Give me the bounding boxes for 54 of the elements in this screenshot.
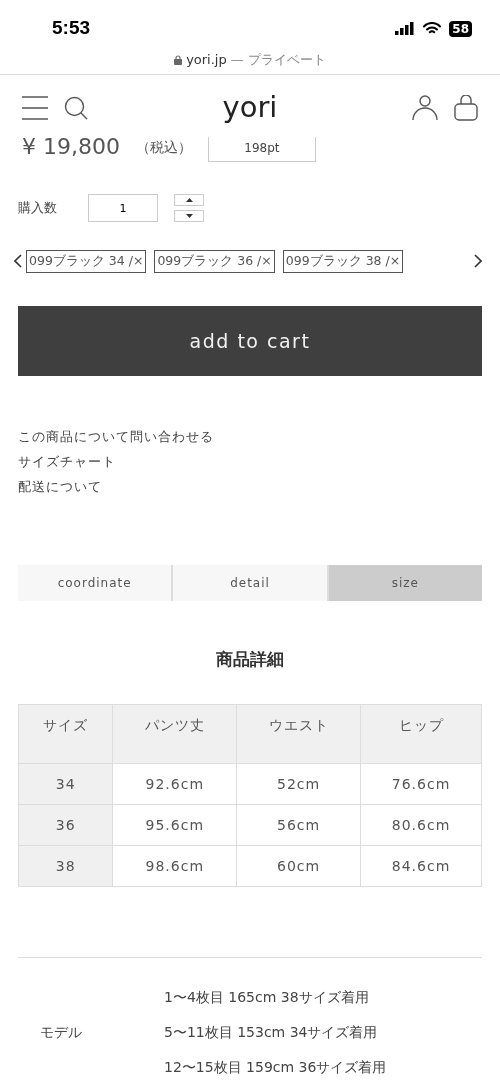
info-link[interactable]: サイズチャート: [18, 448, 116, 474]
table-cell: 60cm: [236, 845, 361, 887]
info-link[interactable]: 配送について: [18, 473, 102, 499]
table-cell: 98.6cm: [112, 845, 237, 887]
quantity-field[interactable]: 1: [88, 194, 158, 222]
variant-tag[interactable]: 099ブラック 36 /×: [154, 250, 275, 273]
price-text: ¥ 19,800: [22, 137, 120, 157]
tab[interactable]: size: [326, 564, 482, 601]
column-header: ウエスト: [236, 704, 361, 764]
wifi-icon: [423, 22, 442, 35]
table-cell: 34: [18, 763, 113, 805]
variant-tag[interactable]: 099ブラック 38 /×: [282, 250, 404, 273]
model-label: モデル: [40, 1023, 83, 1043]
model-info-text: 5〜11枚目 153cm 34サイズ着用: [164, 1023, 379, 1043]
tab[interactable]: coordinate: [18, 564, 172, 601]
browsing-mode: — プライベート: [230, 50, 326, 69]
caret-down-icon: [185, 214, 193, 218]
table-cell: 38: [18, 845, 113, 887]
section-title: 商品詳細: [216, 648, 284, 669]
column-header: サイズ: [18, 704, 113, 764]
bag-icon[interactable]: [454, 95, 478, 121]
model-info-text: 12〜15枚目 159cm 36サイズ着用: [164, 1058, 387, 1078]
site-logo[interactable]: yori: [222, 86, 278, 130]
menu-icon[interactable]: [22, 96, 48, 120]
lock-icon: [174, 54, 183, 65]
url-domain[interactable]: yori.jp: [186, 49, 227, 70]
chevron-right-icon[interactable]: [474, 254, 482, 269]
tab[interactable]: detail: [171, 564, 327, 601]
table-cell: 95.6cm: [112, 804, 237, 846]
table-cell: 56cm: [236, 804, 361, 846]
tax-note: （税込）: [135, 138, 192, 157]
table-cell: 92.6cm: [112, 763, 237, 805]
column-header: パンツ丈: [112, 704, 237, 764]
battery-level: 58: [449, 20, 472, 37]
add-to-cart-button[interactable]: add to cart: [18, 305, 482, 376]
quantity-label: 購入数: [18, 199, 58, 218]
table-cell: 36: [18, 804, 113, 846]
signal-icon: [395, 22, 416, 35]
search-icon[interactable]: [64, 96, 88, 120]
table-cell: 80.6cm: [360, 804, 482, 846]
points-box: 198pt: [207, 137, 316, 162]
caret-up-icon: [185, 198, 193, 202]
variant-tag[interactable]: 099ブラック 34 /×: [26, 250, 147, 273]
user-icon[interactable]: [412, 95, 438, 121]
model-info-text: 1〜4枚目 165cm 38サイズ着用: [164, 988, 370, 1008]
column-header: ヒップ: [360, 704, 482, 764]
table-cell: 84.6cm: [360, 845, 482, 887]
table-cell: 52cm: [236, 763, 361, 805]
info-link[interactable]: この商品について問い合わせる: [18, 423, 214, 449]
table-cell: 76.6cm: [360, 763, 482, 805]
increment-button[interactable]: [174, 194, 204, 206]
decrement-button[interactable]: [174, 210, 204, 222]
clock-time: 5:53: [52, 16, 91, 41]
chevron-left-icon[interactable]: [14, 254, 22, 269]
